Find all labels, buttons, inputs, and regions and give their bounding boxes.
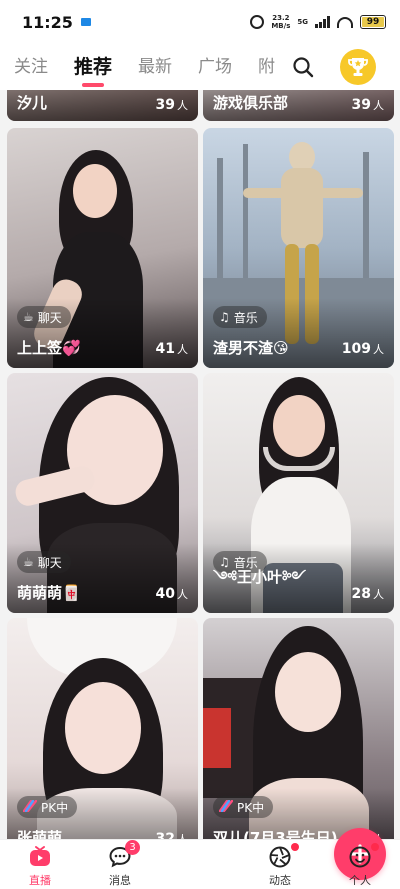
notification-app-icon	[80, 18, 91, 26]
category-tag: ☕ 聊天	[17, 306, 71, 328]
nav-profile[interactable]: 个人	[320, 840, 400, 889]
network-speed-unit: MB/s	[271, 22, 291, 30]
battery-icon: 99	[360, 15, 386, 29]
nav-moments[interactable]: 动态	[240, 840, 320, 889]
live-room-card[interactable]: 汐儿 39 人	[7, 90, 198, 121]
bottom-navigation: 直播 3 消息 动态 个人	[0, 828, 400, 889]
tea-cup-icon: ☕	[23, 310, 34, 324]
viewer-count: 39 人	[156, 97, 188, 113]
viewer-count: 40 人	[156, 586, 188, 602]
viewer-count: 41 人	[156, 341, 188, 357]
category-label: 音乐	[233, 310, 258, 325]
nav-messages[interactable]: 3 消息	[80, 840, 160, 889]
category-label: 聊天	[37, 555, 62, 570]
network-speed: 23.2 MB/s	[271, 14, 290, 30]
trophy-icon[interactable]	[340, 49, 376, 85]
room-name: 萌萌萌🀄	[17, 584, 81, 602]
tab-square[interactable]: 广场	[198, 55, 232, 79]
nav-label: 消息	[109, 874, 131, 887]
viewer-unit: 人	[177, 343, 188, 356]
category-tag: ♫ 音乐	[213, 306, 267, 328]
viewer-count: 32人	[156, 831, 188, 839]
room-name: 渣男不渣😘	[213, 339, 289, 357]
room-name: 上上签💞	[17, 339, 81, 357]
battery-level: 99	[366, 17, 380, 27]
music-note-icon: ♫	[219, 310, 230, 324]
viewer-unit: 人	[373, 99, 384, 112]
notification-dot	[371, 843, 379, 851]
viewer-number: 39	[351, 97, 371, 113]
live-room-card[interactable]: ♫ 音乐 渣男不渣😘 109 人	[203, 128, 394, 368]
live-tv-icon	[28, 845, 52, 869]
status-indicators: 23.2 MB/s 5G 99	[250, 14, 386, 30]
room-name: 张萌萌	[17, 829, 63, 839]
live-room-card[interactable]: ☕ 聊天 萌萌萌🀄 40 人	[7, 373, 198, 613]
status-time: 11:25	[22, 12, 73, 32]
room-name: 游戏俱乐部	[213, 94, 289, 112]
pk-icon	[22, 799, 38, 815]
tab-follow[interactable]: 关注	[14, 55, 48, 79]
nav-create	[160, 828, 386, 889]
viewer-unit: 人	[177, 588, 188, 601]
live-room-feed: 汐儿 39 人 游戏俱乐部 39 人 ☕ 聊天 上上签💞 41 人 ♫ 音乐 渣…	[0, 90, 400, 839]
live-room-card[interactable]: ♫ 音乐 ༺王小叶༻ 28 人	[203, 373, 394, 613]
live-room-card[interactable]: PK中 张萌萌 32人	[7, 618, 198, 839]
tab-latest[interactable]: 最新	[138, 55, 172, 79]
status-bar: 11:25 23.2 MB/s 5G 99	[0, 0, 400, 44]
tab-nearby[interactable]: 附	[258, 55, 275, 79]
viewer-count: 39 人	[352, 97, 384, 113]
room-name: 双儿(7月3号生日)	[213, 829, 338, 839]
viewer-number: 41	[155, 341, 175, 357]
smiley-face-icon	[348, 845, 372, 869]
category-label: PK中	[237, 800, 265, 815]
unread-badge: 3	[125, 840, 140, 855]
viewer-number: 32	[155, 831, 175, 839]
room-name: ༺王小叶༻	[213, 568, 307, 586]
viewer-number: 109	[341, 341, 371, 357]
live-room-card[interactable]: ☕ 聊天 上上签💞 41 人	[7, 128, 198, 368]
room-name: 汐儿	[17, 94, 48, 112]
network-type: 5G	[297, 18, 308, 26]
nav-live[interactable]: 直播	[0, 840, 80, 889]
nav-label: 个人	[349, 874, 371, 887]
viewer-unit: 人	[373, 588, 384, 601]
tea-cup-icon: ☕	[23, 555, 34, 569]
live-room-card[interactable]: PK中 双儿(7月3号生日) 34人	[203, 618, 394, 839]
tab-recommend[interactable]: 推荐	[74, 55, 112, 79]
alarm-clock-icon	[250, 15, 265, 29]
viewer-number: 40	[155, 586, 175, 602]
viewer-count: 109 人	[342, 341, 384, 357]
viewer-unit: 人	[373, 343, 384, 356]
category-label: PK中	[41, 800, 69, 815]
top-tab-bar: 关注 推荐 最新 广场 附	[0, 44, 400, 90]
live-room-card[interactable]: 游戏俱乐部 39 人	[203, 90, 394, 121]
search-icon[interactable]	[292, 56, 314, 78]
wifi-icon	[337, 16, 353, 28]
pk-icon	[218, 799, 234, 815]
viewer-number: 28	[351, 586, 371, 602]
viewer-count: 28 人	[352, 586, 384, 602]
nav-label: 动态	[269, 874, 291, 887]
category-label: 聊天	[37, 310, 62, 325]
notification-dot	[291, 843, 299, 851]
camera-aperture-icon	[268, 845, 292, 869]
category-tag: PK中	[17, 796, 78, 818]
viewer-unit: 人	[177, 99, 188, 112]
viewer-number: 39	[155, 97, 175, 113]
nav-label: 直播	[29, 874, 51, 887]
category-tag: PK中	[213, 796, 274, 818]
network-speed-value: 23.2	[272, 14, 290, 22]
category-tag: ☕ 聊天	[17, 551, 71, 573]
cell-signal-icon	[315, 16, 330, 28]
